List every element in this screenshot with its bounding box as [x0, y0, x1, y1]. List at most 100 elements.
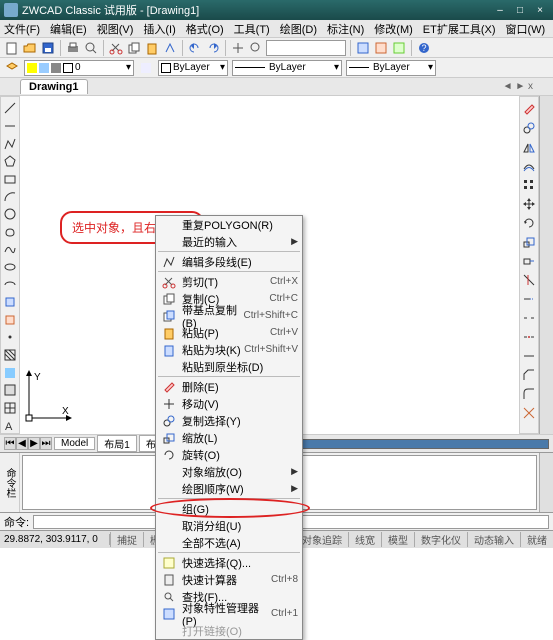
mode-tablet[interactable]: 数字化仪 [414, 532, 467, 547]
close-button[interactable]: × [531, 3, 549, 17]
help-icon[interactable]: ? [416, 40, 432, 56]
context-menu-item[interactable]: 缩放(L) [156, 429, 302, 446]
minimize-button[interactable]: – [491, 3, 509, 17]
zoom-icon[interactable] [248, 40, 264, 56]
vertical-scrollbar[interactable] [539, 96, 553, 434]
ellipse-arc-icon[interactable] [2, 277, 18, 292]
menu-file[interactable]: 文件(F) [4, 21, 40, 37]
design-center-icon[interactable] [373, 40, 389, 56]
context-menu-item[interactable]: 删除(E) [156, 378, 302, 395]
context-menu-item[interactable]: 带基点复制(B)Ctrl+Shift+C [156, 307, 302, 324]
extend-icon[interactable] [521, 291, 537, 307]
fillet-icon[interactable] [521, 386, 537, 402]
menu-view[interactable]: 视图(V) [97, 21, 134, 37]
rotate-icon[interactable] [521, 215, 537, 231]
context-menu-item[interactable]: 快速选择(Q)... [156, 554, 302, 571]
circle-icon[interactable] [2, 207, 18, 222]
ellipse-icon[interactable] [2, 260, 18, 275]
cut-icon[interactable] [108, 40, 124, 56]
document-tab-nav[interactable]: ◄ ► x [503, 81, 533, 92]
props-icon[interactable] [355, 40, 371, 56]
save-icon[interactable] [40, 40, 56, 56]
menu-modify[interactable]: 修改(M) [374, 21, 413, 37]
offset-icon[interactable] [521, 158, 537, 174]
hatch-icon[interactable] [2, 348, 18, 363]
context-menu-item[interactable]: 最近的输入▶ [156, 233, 302, 250]
lineweight-selector[interactable]: ByLayer ▾ [346, 60, 436, 76]
open-icon[interactable] [22, 40, 38, 56]
tool-palette-icon[interactable] [391, 40, 407, 56]
linetype-selector[interactable]: ByLayer ▾ [232, 60, 342, 76]
copy-icon[interactable] [126, 40, 142, 56]
erase-icon[interactable] [521, 101, 537, 117]
menu-tools[interactable]: 工具(T) [234, 21, 270, 37]
region-icon[interactable] [2, 383, 18, 398]
mode-lwt[interactable]: 线宽 [348, 532, 381, 547]
layer-selector[interactable]: 0 ▾ [24, 60, 134, 76]
copy-obj-icon[interactable] [521, 120, 537, 136]
trim-icon[interactable] [521, 272, 537, 288]
layer-manager-icon[interactable] [4, 60, 20, 76]
break-icon[interactable] [521, 329, 537, 345]
arc-icon[interactable] [2, 189, 18, 204]
chamfer-icon[interactable] [521, 367, 537, 383]
pan-icon[interactable] [230, 40, 246, 56]
pline-icon[interactable] [2, 136, 18, 151]
join-icon[interactable] [521, 348, 537, 364]
context-menu-item[interactable]: 剪切(T)Ctrl+X [156, 273, 302, 290]
revcloud-icon[interactable] [2, 224, 18, 239]
spline-icon[interactable] [2, 242, 18, 257]
point-icon[interactable] [2, 330, 18, 345]
line-icon[interactable] [2, 101, 18, 116]
explode-icon[interactable] [521, 405, 537, 421]
context-menu-item[interactable]: 绘图顺序(W)▶ [156, 480, 302, 497]
zoom-scale-input[interactable] [266, 40, 346, 56]
polygon-icon[interactable] [2, 154, 18, 169]
menu-dim[interactable]: 标注(N) [327, 21, 364, 37]
maximize-button[interactable]: □ [511, 3, 529, 17]
mode-model[interactable]: 模型 [381, 532, 414, 547]
stretch-icon[interactable] [521, 253, 537, 269]
match-icon[interactable] [162, 40, 178, 56]
menu-draw[interactable]: 绘图(D) [280, 21, 317, 37]
new-icon[interactable] [4, 40, 20, 56]
menu-edit[interactable]: 编辑(E) [50, 21, 87, 37]
tab-nav[interactable]: ⏮◀▶⏭ [4, 437, 52, 450]
context-menu-item[interactable]: 对象特性管理器(P)Ctrl+1 [156, 605, 302, 622]
context-menu-item[interactable]: 粘贴到原坐标(D) [156, 358, 302, 375]
context-menu-item[interactable]: 旋转(O) [156, 446, 302, 463]
context-menu-item[interactable]: 取消分组(U) [156, 517, 302, 534]
print-icon[interactable] [65, 40, 81, 56]
mirror-icon[interactable] [521, 139, 537, 155]
tab-layout1[interactable]: 布局1 [97, 435, 137, 452]
color-selector[interactable]: ByLayer ▾ [158, 60, 228, 76]
context-menu-item[interactable]: 重复POLYGON(R) [156, 216, 302, 233]
table-icon[interactable] [2, 401, 18, 416]
context-menu-item[interactable]: 粘贴(P)Ctrl+V [156, 324, 302, 341]
insert-block-icon[interactable] [2, 295, 18, 310]
cmd-scrollbar[interactable] [539, 453, 553, 512]
context-menu-item[interactable]: 对象缩放(O)▶ [156, 463, 302, 480]
context-menu-item[interactable]: 快速计算器Ctrl+8 [156, 571, 302, 588]
context-menu-item[interactable]: 复制选择(Y) [156, 412, 302, 429]
context-menu-item[interactable]: 编辑多段线(E) [156, 253, 302, 270]
layer-prev-icon[interactable] [138, 60, 154, 76]
move-icon[interactable] [521, 196, 537, 212]
menu-insert[interactable]: 插入(I) [143, 21, 175, 37]
scale-icon[interactable] [521, 234, 537, 250]
context-menu-item[interactable]: 全部不选(A) [156, 534, 302, 551]
menu-window[interactable]: 窗口(W) [506, 21, 546, 37]
tab-model[interactable]: Model [54, 437, 95, 450]
xline-icon[interactable] [2, 119, 18, 134]
redo-icon[interactable] [205, 40, 221, 56]
paste-icon[interactable] [144, 40, 160, 56]
mtext-icon[interactable]: A [2, 418, 18, 433]
rectangle-icon[interactable] [2, 172, 18, 187]
undo-icon[interactable] [187, 40, 203, 56]
menu-format[interactable]: 格式(O) [186, 21, 224, 37]
context-menu-item[interactable]: 粘贴为块(K)Ctrl+Shift+V [156, 341, 302, 358]
gradient-icon[interactable] [2, 365, 18, 380]
break-point-icon[interactable] [521, 310, 537, 326]
mode-snap[interactable]: 捕捉 [110, 532, 143, 547]
document-tab[interactable]: Drawing1 [20, 79, 88, 94]
